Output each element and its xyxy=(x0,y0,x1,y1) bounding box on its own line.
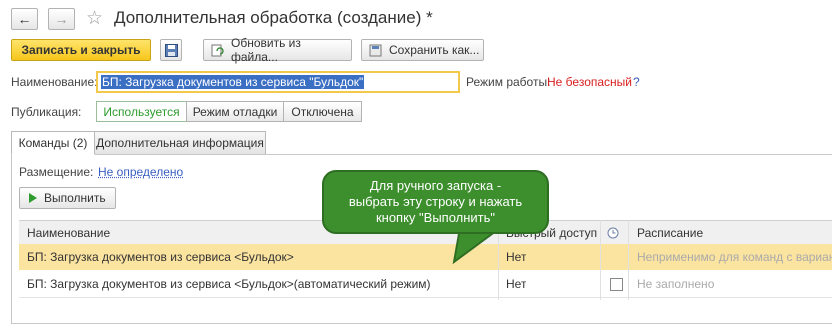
arrow-right-icon: → xyxy=(54,11,69,27)
tab-extra-info[interactable]: Дополнительная информация xyxy=(94,131,266,155)
save-button[interactable] xyxy=(160,39,182,61)
column-schedule[interactable]: Расписание xyxy=(637,221,703,244)
column-clock[interactable] xyxy=(607,221,619,244)
tab-commands[interactable]: Команды (2) xyxy=(11,131,95,155)
row-checkbox[interactable] xyxy=(610,271,623,297)
refresh-file-icon xyxy=(211,44,224,56)
callout-line-3: кнопку "Выполнить" xyxy=(375,210,496,225)
placement-label: Размещение: xyxy=(19,165,94,179)
back-button[interactable]: ← xyxy=(11,8,38,30)
name-value: БП: Загрузка документов из сервиса "Буль… xyxy=(101,75,365,89)
column-name[interactable]: Наименование xyxy=(27,221,110,244)
row-quick: Нет xyxy=(506,277,527,291)
row-name: БП: Загрузка документов из сервиса <Буль… xyxy=(27,277,431,291)
floppy-disk-icon xyxy=(164,43,178,57)
window-title: Дополнительная обработка (создание) * xyxy=(114,8,433,27)
publish-label: Публикация: xyxy=(11,105,82,119)
row-schedule: Не заполнено xyxy=(637,277,715,291)
mode-value: Не безопасный xyxy=(547,75,632,89)
save-as-label: Сохранить как... xyxy=(389,43,480,57)
callout-line-1: Для ручного запуска - xyxy=(369,178,502,193)
column-divider xyxy=(628,220,629,300)
forward-button[interactable]: → xyxy=(48,8,75,30)
publish-option-disabled[interactable]: Отключена xyxy=(283,101,362,122)
refresh-from-file-button[interactable]: Обновить из файла... xyxy=(203,36,352,64)
name-field[interactable]: БП: Загрузка документов из сервиса "Буль… xyxy=(96,71,460,93)
name-label: Наименование: xyxy=(11,75,98,89)
row-schedule: Неприменимо для команд с варианто xyxy=(637,250,832,264)
table-row[interactable]: БП: Загрузка документов из сервиса <Буль… xyxy=(19,271,832,298)
save-as-button[interactable]: Сохранить как... xyxy=(361,39,484,61)
row-name: БП: Загрузка документов из сервиса <Буль… xyxy=(27,250,294,264)
table-row[interactable]: БП: Загрузка документов из сервиса <Буль… xyxy=(19,244,832,270)
checkbox-icon xyxy=(610,277,623,291)
instruction-callout: Для ручного запуска - выбрать эту строку… xyxy=(322,170,549,234)
clock-icon xyxy=(607,227,619,238)
callout-line-2: выбрать эту строку и нажать xyxy=(348,194,523,209)
run-button[interactable]: Выполнить xyxy=(19,187,116,209)
run-label: Выполнить xyxy=(44,191,106,205)
publish-option-used[interactable]: Используется xyxy=(96,101,187,122)
favorite-star-icon[interactable]: ☆ xyxy=(86,7,103,30)
publish-option-debug[interactable]: Режим отладки xyxy=(186,101,284,122)
save-and-close-button[interactable]: Записать и закрыть xyxy=(11,39,151,61)
column-divider xyxy=(600,220,601,300)
placement-link[interactable]: Не определено xyxy=(98,165,183,179)
mode-label: Режим работы: xyxy=(466,75,551,89)
refresh-label: Обновить из файла... xyxy=(230,36,301,64)
save-as-icon xyxy=(369,44,382,56)
help-icon[interactable]: ? xyxy=(633,75,640,89)
arrow-left-icon: ← xyxy=(17,11,32,27)
play-icon xyxy=(29,193,37,203)
